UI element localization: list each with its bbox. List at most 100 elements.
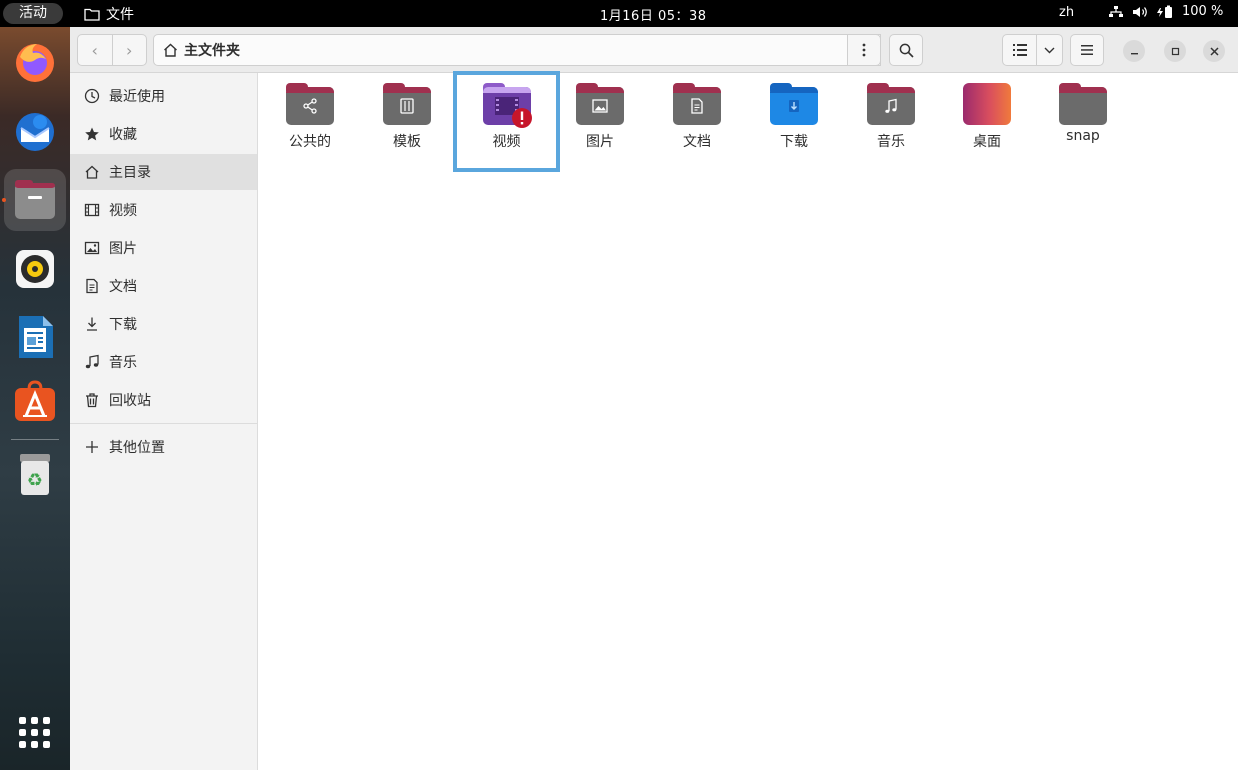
kebab-menu-icon — [862, 43, 866, 57]
file-item-label: 音乐 — [877, 134, 905, 150]
input-language-indicator[interactable]: zh — [1059, 5, 1074, 20]
folder-icon — [1059, 83, 1107, 125]
maximize-icon — [1171, 47, 1179, 55]
dock-libreoffice-writer[interactable] — [11, 313, 59, 361]
file-item-label: 下载 — [780, 134, 808, 150]
sidebar-item-music[interactable]: 音乐 — [70, 344, 257, 380]
sidebar-item-label: 视频 — [109, 203, 137, 219]
search-button[interactable] — [889, 34, 923, 66]
document-icon — [86, 278, 98, 294]
files-icon — [15, 180, 55, 219]
file-item-documents[interactable]: 文档 — [649, 79, 745, 169]
desktop-folder-icon — [963, 83, 1011, 125]
app-menu[interactable]: 文件 — [84, 4, 134, 24]
music-icon — [867, 83, 915, 125]
minimize-icon — [1130, 52, 1138, 54]
file-item-label: 公共的 — [289, 134, 331, 150]
current-location-label: 主文件夹 — [184, 43, 240, 59]
dock: ♻ — [0, 27, 70, 770]
battery-percent: 100 % — [1182, 4, 1224, 19]
view-options-dropdown[interactable] — [1037, 35, 1062, 65]
battery-icon — [1157, 5, 1172, 18]
sidebar-item-label: 下载 — [109, 317, 137, 333]
download-icon — [87, 317, 97, 331]
file-item-downloads[interactable]: 下载 — [746, 79, 842, 169]
sidebar: 最近使用 收藏 主目录 视频 图片 文档 下载 音乐 回收站 其他位置 — [70, 73, 258, 770]
sidebar-item-videos[interactable]: 视频 — [70, 192, 257, 228]
system-tray[interactable]: 100 % — [1108, 4, 1223, 19]
sidebar-item-label: 最近使用 — [109, 89, 165, 105]
dock-separator — [11, 439, 59, 440]
dock-show-apps[interactable] — [11, 709, 59, 757]
file-item-label: 视频 — [492, 134, 521, 150]
app-menu-label: 文件 — [106, 7, 134, 23]
hamburger-menu-icon — [1081, 45, 1093, 55]
sidebar-item-label: 音乐 — [109, 355, 137, 371]
video-folder-warning-icon — [482, 83, 532, 128]
sidebar-item-other-locations[interactable]: 其他位置 — [70, 429, 257, 465]
files-window: ‹ › 主文件夹 最近使用 收藏 主目录 视频 图片 文档 下载 音乐 回收站 … — [70, 27, 1238, 770]
network-icon — [1109, 5, 1123, 17]
plus-icon — [86, 441, 98, 453]
sidebar-item-label: 图片 — [109, 241, 137, 257]
film-icon — [84, 203, 100, 217]
svg-text:♻: ♻ — [27, 470, 43, 491]
sidebar-item-starred[interactable]: 收藏 — [70, 116, 257, 152]
file-item-templates[interactable]: 模板 — [359, 79, 455, 169]
app-center-icon — [15, 380, 55, 421]
rhythmbox-icon — [16, 250, 54, 288]
maximize-button[interactable] — [1164, 40, 1186, 62]
sidebar-item-pictures[interactable]: 图片 — [70, 230, 257, 266]
list-view-button[interactable] — [1003, 35, 1037, 65]
header-bar: ‹ › 主文件夹 — [70, 27, 1238, 73]
list-view-icon — [1012, 44, 1027, 56]
sidebar-item-recent[interactable]: 最近使用 — [70, 78, 257, 114]
dock-files[interactable] — [4, 169, 66, 231]
path-bar[interactable]: 主文件夹 — [153, 34, 881, 66]
dock-trash[interactable]: ♻ — [11, 451, 59, 499]
file-item-public[interactable]: 公共的 — [262, 79, 358, 169]
top-bar: 活动 文件 1月16日 05：38 zh 100 % — [0, 0, 1238, 27]
file-item-videos[interactable]: 视频 — [453, 71, 560, 172]
view-toggle-group — [1002, 34, 1063, 66]
show-apps-icon — [19, 717, 50, 748]
sidebar-item-label: 文档 — [109, 279, 137, 295]
dock-firefox[interactable] — [11, 38, 59, 86]
activities-button[interactable]: 活动 — [3, 3, 63, 24]
template-icon — [383, 83, 431, 125]
clock[interactable]: 1月16日 05：38 — [600, 5, 707, 24]
main-menu-button[interactable] — [1070, 34, 1104, 66]
clock-icon — [84, 88, 100, 104]
file-item-music[interactable]: 音乐 — [843, 79, 939, 169]
trash-icon: ♻ — [20, 454, 50, 495]
file-item-snap[interactable]: snap — [1035, 79, 1131, 169]
dock-app-center[interactable] — [11, 377, 59, 425]
image-icon — [84, 241, 100, 255]
path-menu-button[interactable] — [847, 34, 881, 66]
chevron-down-icon — [1044, 47, 1055, 53]
dock-thunderbird[interactable] — [11, 107, 59, 155]
image-icon — [576, 83, 624, 125]
sidebar-item-label: 主目录 — [109, 165, 151, 181]
sidebar-separator — [70, 423, 257, 424]
file-item-label: 文档 — [683, 134, 711, 150]
sidebar-item-trash[interactable]: 回收站 — [70, 382, 257, 418]
dock-rhythmbox[interactable] — [11, 245, 59, 293]
navigation-buttons: ‹ › — [77, 34, 147, 66]
sidebar-item-home[interactable]: 主目录 — [70, 154, 257, 190]
close-icon — [1209, 46, 1219, 56]
home-icon — [85, 165, 99, 179]
file-view[interactable]: 公共的 模板 视频 图片 文档 下载 音乐 桌面 snap — [258, 71, 1238, 770]
document-icon — [673, 83, 721, 125]
folder-outline-icon — [84, 8, 100, 21]
libreoffice-writer-icon — [19, 316, 53, 358]
share-icon — [286, 83, 334, 125]
file-item-pictures[interactable]: 图片 — [552, 79, 648, 169]
forward-button[interactable]: › — [113, 35, 147, 65]
minimize-button[interactable] — [1123, 40, 1145, 62]
close-button[interactable] — [1203, 40, 1225, 62]
sidebar-item-documents[interactable]: 文档 — [70, 268, 257, 304]
file-item-desktop[interactable]: 桌面 — [939, 79, 1035, 169]
sidebar-item-downloads[interactable]: 下载 — [70, 306, 257, 342]
back-button[interactable]: ‹ — [78, 35, 113, 65]
